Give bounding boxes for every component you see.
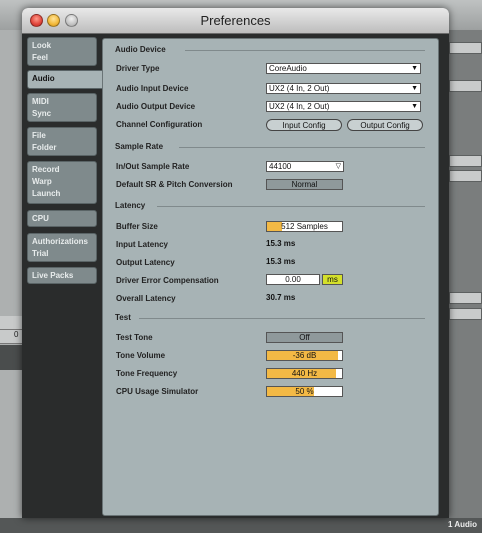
tab-look-feel[interactable]: Look Feel — [27, 37, 97, 66]
default-sr-selector[interactable]: Normal — [266, 179, 343, 190]
input-latency-label: Input Latency — [116, 240, 169, 249]
tone-frequency-value: 440 Hz — [291, 369, 318, 378]
tab-label: Trial — [32, 249, 49, 258]
channel-configuration-label: Channel Configuration — [116, 120, 203, 129]
driver-error-unit-button[interactable]: ms — [322, 274, 343, 285]
cpu-usage-simulator-field[interactable]: 50 % — [266, 386, 343, 397]
output-latency-label: Output Latency — [116, 258, 175, 267]
output-config-button[interactable]: Output Config — [347, 119, 423, 131]
audio-output-device-label: Audio Output Device — [116, 102, 196, 111]
buffer-size-label: Buffer Size — [116, 222, 158, 231]
tab-label: Launch — [32, 189, 61, 198]
tab-label: Feel — [32, 53, 49, 62]
audio-input-device-label: Audio Input Device — [116, 84, 189, 93]
overall-latency-label: Overall Latency — [116, 294, 176, 303]
buffer-size-field[interactable]: 512 Samples — [266, 221, 343, 232]
chevron-down-icon: ▼ — [411, 85, 418, 92]
buffer-size-fill — [267, 222, 282, 231]
chevron-down-icon: ▼ — [411, 65, 418, 72]
tone-volume-value: -36 dB — [292, 351, 317, 360]
window-titlebar[interactable]: Preferences — [22, 8, 449, 34]
tab-label: Warp — [32, 177, 52, 186]
host-cell: 0 — [0, 330, 22, 344]
test-tone-label: Test Tone — [116, 333, 153, 342]
tab-authorizations-trial[interactable]: Authorizations Trial — [27, 233, 97, 262]
host-strip[interactable] — [449, 308, 482, 320]
driver-type-label: Driver Type — [116, 64, 160, 73]
host-strip[interactable] — [449, 42, 482, 54]
audio-input-device-value: UX2 (4 In, 2 Out) — [269, 84, 330, 93]
buffer-size-value: 512 Samples — [281, 222, 328, 231]
test-tone-toggle[interactable]: Off — [266, 332, 343, 343]
preferences-window: Preferences Look Feel Audio MIDI Sync Fi… — [22, 8, 449, 518]
driver-type-value: CoreAudio — [269, 64, 307, 73]
input-config-button[interactable]: Input Config — [266, 119, 342, 131]
tab-label: Record — [32, 165, 60, 174]
host-strip[interactable] — [449, 292, 482, 304]
driver-type-dropdown[interactable]: CoreAudio ▼ — [266, 63, 421, 74]
sample-rate-dropdown[interactable]: 44100 ▽ — [266, 161, 344, 172]
host-status-text: 1 Audio — [448, 520, 478, 529]
section-audio-device: Audio Device — [115, 45, 166, 54]
section-divider — [139, 318, 425, 319]
tab-label: CPU — [32, 214, 49, 223]
tab-midi-sync[interactable]: MIDI Sync — [27, 93, 97, 122]
overall-latency-value: 30.7 ms — [266, 293, 296, 302]
tab-file-folder[interactable]: File Folder — [27, 127, 97, 156]
default-sr-label: Default SR & Pitch Conversion — [116, 180, 233, 189]
tone-volume-field[interactable]: -36 dB — [266, 350, 343, 361]
section-latency: Latency — [115, 201, 146, 210]
tone-frequency-field[interactable]: 440 Hz — [266, 368, 343, 379]
sample-rate-value: 44100 — [269, 162, 292, 171]
host-strip[interactable] — [449, 170, 482, 182]
tab-record-warp-launch[interactable]: Record Warp Launch — [27, 161, 97, 204]
section-divider — [157, 206, 425, 207]
audio-output-device-dropdown[interactable]: UX2 (4 In, 2 Out) ▼ — [266, 101, 421, 112]
host-strip[interactable] — [449, 155, 482, 167]
tone-volume-label: Tone Volume — [116, 351, 166, 360]
tab-label: Sync — [32, 109, 52, 118]
host-app-status-bar: 1 Audio — [0, 518, 482, 533]
chevron-down-icon: ▼ — [411, 103, 418, 110]
host-app-right-strip — [449, 30, 482, 533]
host-strip[interactable] — [449, 80, 482, 92]
tab-live-packs[interactable]: Live Packs — [27, 267, 97, 284]
driver-error-compensation-label: Driver Error Compensation — [116, 276, 219, 285]
audio-output-device-value: UX2 (4 In, 2 Out) — [269, 102, 330, 111]
host-dark-region — [0, 345, 22, 370]
tab-label: MIDI — [32, 97, 49, 106]
sample-rate-label: In/Out Sample Rate — [116, 162, 190, 171]
tab-audio[interactable]: Audio — [27, 70, 105, 89]
tab-cpu[interactable]: CPU — [27, 210, 97, 227]
tab-label: Folder — [32, 143, 57, 152]
host-cell — [0, 316, 22, 330]
driver-error-compensation-field[interactable]: 0.00 — [266, 274, 320, 285]
tab-label: Audio — [32, 74, 55, 83]
audio-input-device-dropdown[interactable]: UX2 (4 In, 2 Out) ▼ — [266, 83, 421, 94]
section-divider — [179, 147, 425, 148]
output-latency-value: 15.3 ms — [266, 257, 296, 266]
cpu-usage-value: 50 % — [295, 387, 314, 396]
window-title: Preferences — [200, 13, 271, 28]
section-test: Test — [115, 313, 131, 322]
tab-label: Authorizations — [32, 237, 88, 246]
cpu-usage-simulator-label: CPU Usage Simulator — [116, 387, 199, 396]
tab-label: Look — [32, 41, 52, 50]
host-app-left-strip: 0 — [0, 30, 22, 518]
section-divider — [185, 50, 425, 51]
audio-settings-panel: Audio Device Driver Type CoreAudio ▼ Aud… — [102, 38, 439, 516]
tone-frequency-label: Tone Frequency — [116, 369, 178, 378]
chevron-down-icon: ▽ — [335, 163, 341, 170]
tab-label: File — [32, 131, 46, 140]
section-sample-rate: Sample Rate — [115, 142, 164, 151]
input-latency-value: 15.3 ms — [266, 239, 296, 248]
tab-label: Live Packs — [32, 271, 74, 280]
